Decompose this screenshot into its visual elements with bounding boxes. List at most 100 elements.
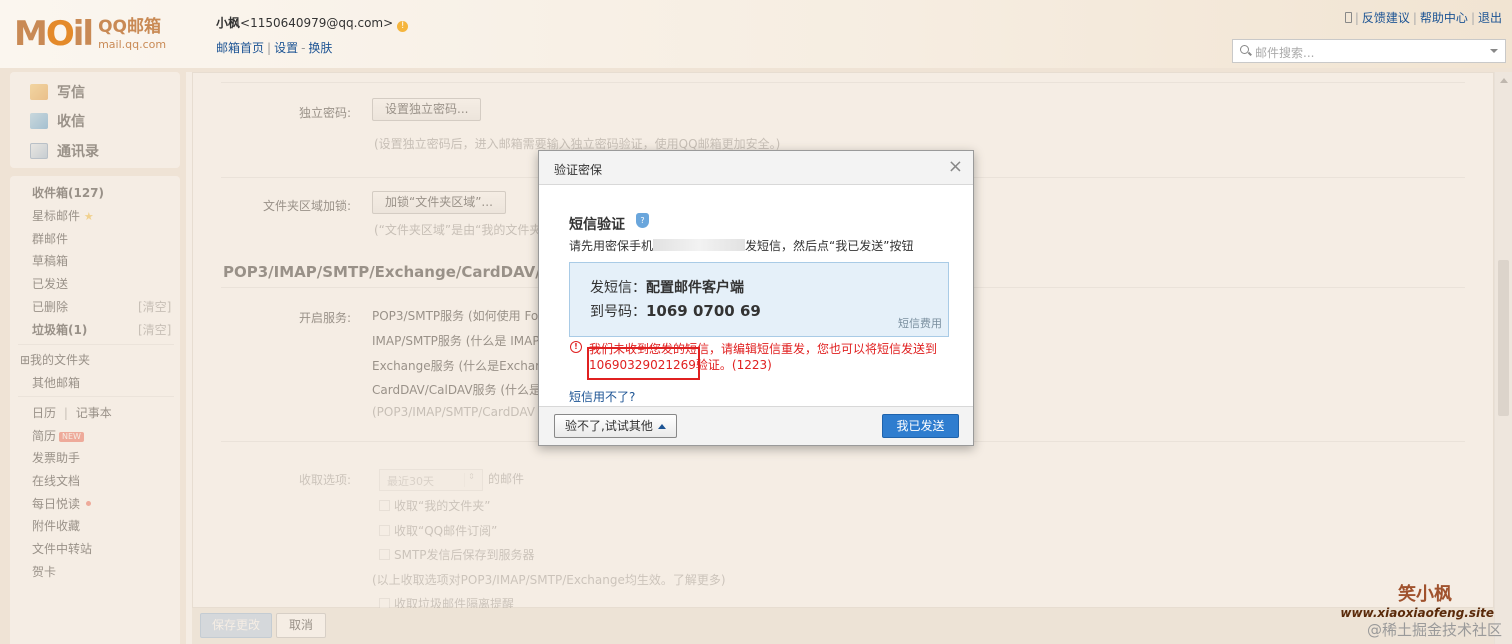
save-changes-button[interactable]: 保存更改 <box>200 613 272 638</box>
sidebar-folders: 收件箱(127) 星标邮件 ★ 群邮件 草稿箱 已发送 已删除 [清空] 垃圾箱(… <box>10 176 180 644</box>
sidebar-item-deleted[interactable]: 已删除 [清空] <box>32 298 176 315</box>
search-placeholder: 邮件搜索... <box>1255 46 1315 60</box>
sidebar-item-sent[interactable]: 已发送 <box>32 275 68 292</box>
sidebar-quick-actions: 写信 收信 通讯录 <box>10 72 180 168</box>
checkbox[interactable] <box>379 549 390 560</box>
dialog-title: 验证密保 <box>554 163 603 177</box>
clear-deleted-link[interactable]: [清空] <box>138 298 171 315</box>
help-center-link[interactable]: 帮助中心 <box>1420 11 1468 25</box>
write-label: 写信 <box>57 85 85 101</box>
dialog-footer: 验不了,试试其他 我已发送 <box>539 406 973 445</box>
separator: | <box>1412 11 1417 25</box>
spam-label: 垃圾箱(1) <box>32 323 88 337</box>
platform-watermark: @稀土掘金技术社区 <box>1366 621 1502 639</box>
cancel-button[interactable]: 取消 <box>276 613 326 638</box>
receive-range-select[interactable]: 最近30天 ⇕ <box>379 469 483 491</box>
option-label: SMTP发信后保存到服务器 <box>394 548 535 562</box>
page-scrollbar[interactable] <box>1494 72 1512 644</box>
try-other-label: 验不了,试试其他 <box>565 419 653 433</box>
daily-label: 每日悦读 <box>32 497 81 511</box>
sms-content-line: 发短信：配置邮件客户端 <box>590 277 744 297</box>
separator: | <box>1470 11 1475 25</box>
qq-mail-logo[interactable]: MOil QQ邮箱 mail.qq.com <box>14 14 166 54</box>
logo-mark: MOil <box>14 14 94 54</box>
sidebar-item-group[interactable]: 群邮件 <box>32 230 68 247</box>
notification-dot <box>86 501 92 506</box>
service-hint: (POP3/IMAP/SMTP/CardDAV <box>372 405 535 419</box>
inbox-tray-icon <box>30 113 48 129</box>
sms-number: 1069 0700 69 <box>646 302 761 320</box>
logout-link[interactable]: 退出 <box>1478 11 1502 25</box>
lock-folder-button[interactable]: 加锁“文件夹区域”... <box>372 191 506 214</box>
user-line: 小枫<1150640979@qq.com>! <box>216 14 409 32</box>
skin-link[interactable]: 换肤 <box>308 41 332 55</box>
options-note: (以上收取选项对POP3/IMAP/SMTP/Exchange均生效。了解更多) <box>372 573 726 587</box>
sidebar-item-calendar-notes: 日历 | 记事本 <box>32 404 112 421</box>
user-links: 邮箱首页 | 设置 - 换肤 <box>216 39 408 56</box>
sidebar-item-transfer[interactable]: 文件中转站 <box>32 540 92 557</box>
sidebar-item-my-folders[interactable]: ⊞我的文件夹 <box>20 351 90 368</box>
divider <box>18 344 174 345</box>
mailbox-home-link[interactable]: 邮箱首页 <box>216 41 264 55</box>
chevron-down-icon[interactable] <box>1490 49 1498 53</box>
sidebar-item-other-mail[interactable]: 其他邮箱 <box>32 374 80 391</box>
contacts-button[interactable]: 通讯录 <box>30 141 99 161</box>
contacts-label: 通讯录 <box>57 144 99 160</box>
feedback-link[interactable]: 反馈建议 <box>1362 11 1410 25</box>
clear-spam-link[interactable]: [清空] <box>138 321 171 338</box>
sidebar-item-drafts[interactable]: 草稿箱 <box>32 252 68 269</box>
separator: - <box>301 41 306 55</box>
try-other-button[interactable]: 验不了,试试其他 <box>554 414 677 438</box>
write-mail-button[interactable]: 写信 <box>30 82 85 102</box>
option-label: 收取“我的文件夹” <box>394 499 491 513</box>
notes-link[interactable]: 记事本 <box>76 406 112 420</box>
sms-unavailable-link[interactable]: 短信用不了? <box>569 388 635 405</box>
sidebar-item-resume[interactable]: 简历 NEW <box>32 427 84 444</box>
sidebar-item-inbox[interactable]: 收件箱(127) <box>32 184 104 201</box>
close-icon[interactable]: × <box>948 157 963 177</box>
instructions-suffix: 发短信，然后点“我已发送”按钮 <box>745 239 914 253</box>
logo-il: il <box>72 14 94 54</box>
header: MOil QQ邮箱 mail.qq.com 小枫<1150640979@qq.c… <box>0 0 1512 68</box>
verify-security-dialog: 验证密保 × 短信验证 ? 请先用密保手机 发短信，然后点“我已发送”按钮 发短信… <box>538 150 974 446</box>
settings-link[interactable]: 设置 <box>274 41 298 55</box>
new-badge: NEW <box>59 432 84 442</box>
sms-info-box: 发短信：配置邮件客户端 到号码：1069 0700 69 短信费用 <box>569 262 949 337</box>
scroll-up-icon[interactable] <box>1500 78 1508 83</box>
sidebar-item-invoice[interactable]: 发票助手 <box>32 449 80 466</box>
sidebar-item-daily[interactable]: 每日悦读 <box>32 495 92 512</box>
option-qq-subscription[interactable]: 收取“QQ邮件订阅” <box>379 522 497 539</box>
user-info: 小枫<1150640979@qq.com>! 邮箱首页 | 设置 - 换肤 <box>216 14 409 56</box>
pencil-icon <box>30 84 48 100</box>
receive-options-label: 收取选项: <box>298 473 351 487</box>
phone-icon[interactable] <box>1344 12 1352 23</box>
sidebar-item-starred[interactable]: 星标邮件 ★ <box>32 207 94 224</box>
sidebar-item-cards[interactable]: 贺卡 <box>32 563 56 580</box>
calendar-link[interactable]: 日历 <box>32 406 56 420</box>
carddav-service-row: CardDAV/CalDAV服务 (什么是 <box>372 383 542 397</box>
option-label: 收取“QQ邮件订阅” <box>394 524 498 538</box>
mail-search-box[interactable]: 邮件搜索... <box>1232 39 1506 63</box>
i-have-sent-button[interactable]: 我已发送 <box>882 414 959 438</box>
caret-up-icon <box>657 424 666 429</box>
address-book-icon <box>30 143 48 159</box>
sidebar-item-docs[interactable]: 在线文档 <box>32 472 80 489</box>
sms-instructions: 请先用密保手机 发短信，然后点“我已发送”按钮 <box>569 237 913 254</box>
checkbox[interactable] <box>379 525 390 536</box>
error-icon: ! <box>570 341 582 353</box>
shield-help-icon[interactable]: ? <box>636 213 649 228</box>
logo-cn: QQ邮箱 <box>98 16 161 37</box>
sidebar-item-attachments[interactable]: 附件收藏 <box>32 517 80 534</box>
option-my-folders[interactable]: 收取“我的文件夹” <box>379 497 490 514</box>
scrollbar-thumb[interactable] <box>1498 260 1509 416</box>
logo-text: QQ邮箱 mail.qq.com <box>98 16 166 50</box>
sidebar-item-spam[interactable]: 垃圾箱(1) [清空] <box>32 321 176 338</box>
set-password-button[interactable]: 设置独立密码... <box>372 98 482 121</box>
warning-icon[interactable]: ! <box>397 21 409 32</box>
option-smtp-save[interactable]: SMTP发信后保存到服务器 <box>379 546 535 563</box>
receive-mail-button[interactable]: 收信 <box>30 111 85 131</box>
brand-url: www.xiaoxiaofeng.site <box>1340 606 1494 620</box>
logo-m: M <box>14 14 48 54</box>
top-links: | 反馈建议 | 帮助中心 | 退出 <box>1344 9 1502 26</box>
checkbox[interactable] <box>379 500 390 511</box>
